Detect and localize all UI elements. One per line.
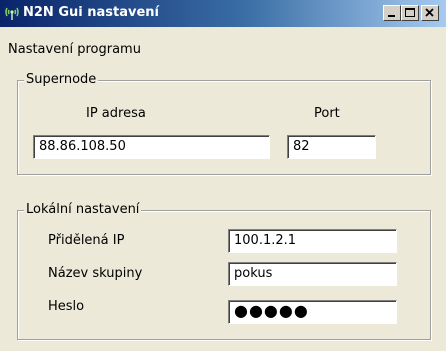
close-icon (425, 8, 434, 17)
group-name-input[interactable]: pokus (228, 262, 397, 286)
supernode-port-input[interactable]: 82 (287, 135, 376, 159)
window-title: N2N Gui nastavení (23, 5, 159, 20)
network-antenna-icon[interactable] (3, 4, 21, 22)
port-label: Port (314, 106, 340, 121)
close-button[interactable] (421, 5, 439, 21)
supernode-ip-input[interactable]: 88.86.108.50 (33, 135, 270, 159)
supernode-group-label: Supernode (24, 72, 99, 87)
assigned-ip-input[interactable]: 100.1.2.1 (228, 229, 397, 253)
local-settings-group-label: Lokální nastavení (24, 202, 142, 217)
group-name-label: Název skupiny (48, 266, 143, 281)
supernode-group: Supernode (17, 72, 431, 175)
minimize-icon (388, 15, 395, 17)
settings-heading: Nastavení programu (8, 42, 141, 57)
assigned-ip-label: Přidělená IP (48, 233, 125, 248)
maximize-icon (405, 8, 415, 17)
password-label: Heslo (48, 299, 85, 314)
ip-address-label: IP adresa (86, 106, 146, 121)
maximize-button[interactable] (401, 5, 419, 21)
password-input[interactable]: ●●●●● (228, 300, 397, 324)
minimize-button[interactable] (383, 5, 401, 21)
title-bar[interactable]: N2N Gui nastavení (0, 0, 446, 27)
